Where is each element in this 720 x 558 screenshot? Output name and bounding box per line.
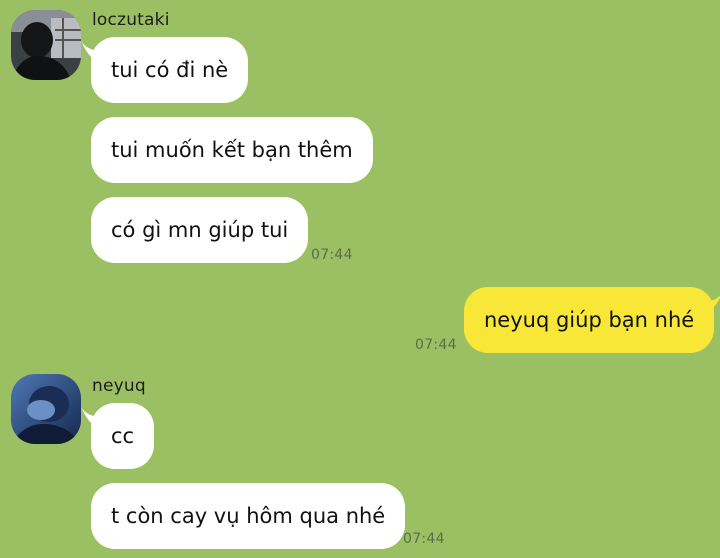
bubble-tail-icon <box>81 407 103 429</box>
message-bubble[interactable]: có gì mn giúp tui <box>91 197 309 263</box>
message-bubble[interactable]: cc <box>81 403 155 469</box>
message-text: neyuq giúp bạn nhé <box>484 308 695 332</box>
message-text: tui có đi nè <box>111 58 229 82</box>
bubble-tail-icon <box>81 41 103 63</box>
message-text: cc <box>111 424 135 448</box>
message-bubble[interactable]: tui có đi nè <box>81 37 249 103</box>
message-timestamp: 07:44 <box>311 247 353 263</box>
avatar-loczutaki[interactable] <box>11 10 81 80</box>
sender-name: loczutaki <box>92 10 170 30</box>
message-text: tui muốn kết bạn thêm <box>111 138 353 162</box>
avatar-photo-icon <box>11 374 81 444</box>
message-text: có gì mn giúp tui <box>111 218 289 242</box>
message-text: t còn cay vụ hôm qua nhé <box>111 504 386 528</box>
message-bubble[interactable]: t còn cay vụ hôm qua nhé <box>91 483 406 549</box>
bubble-tail-icon <box>701 295 720 314</box>
avatar-photo-icon <box>11 10 81 80</box>
message-bubble-outgoing[interactable]: neyuq giúp bạn nhé <box>464 287 720 353</box>
message-timestamp: 07:44 <box>403 531 445 547</box>
sender-name: neyuq <box>92 376 146 396</box>
message-bubble[interactable]: tui muốn kết bạn thêm <box>91 117 373 183</box>
message-timestamp: 07:44 <box>415 337 457 353</box>
avatar-neyuq[interactable] <box>11 374 81 444</box>
